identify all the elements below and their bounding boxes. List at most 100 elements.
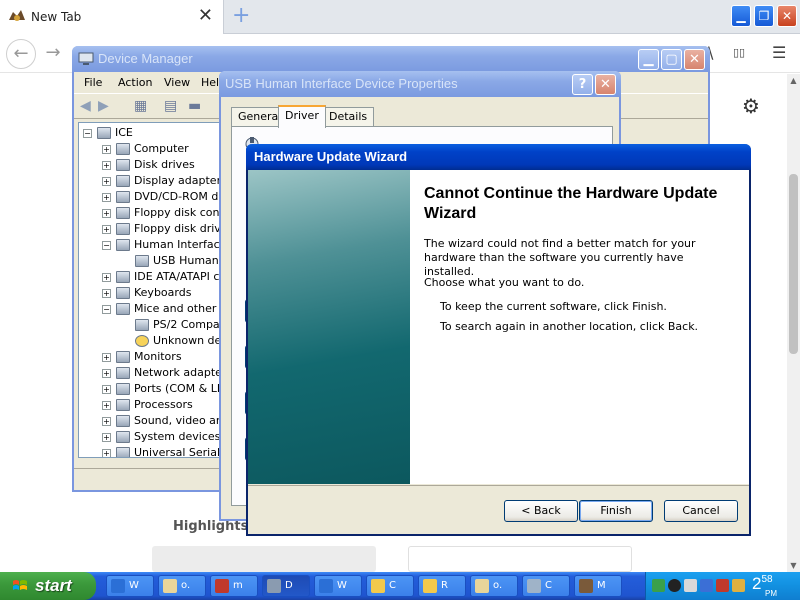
dm-print-icon[interactable]: ▬ [188,98,201,114]
collapse-icon[interactable]: − [83,128,92,138]
device-tree-node[interactable]: + Sound, video and game controllers [102,413,223,429]
properties-close-button[interactable]: ✕ [595,74,616,95]
dm-properties-icon[interactable]: ▦ [134,98,147,114]
finish-button[interactable]: Finish [579,500,653,522]
tab-driver[interactable]: Driver [278,105,326,128]
tray-tools-icon[interactable] [732,579,745,592]
taskbar-clock[interactable]: 258 PM [752,574,777,598]
dm-menu-file[interactable]: File [84,76,102,89]
scroll-down-icon[interactable]: ▼ [787,561,800,570]
tray-volume-icon[interactable] [684,579,697,592]
tray-display-icon[interactable] [700,579,713,592]
browser-scrollbar[interactable]: ▲ ▼ [787,74,800,572]
highlight-card[interactable] [408,546,632,572]
expand-icon[interactable]: + [102,432,111,442]
expand-icon[interactable]: + [102,208,111,218]
taskbar-task-button[interactable]: C [522,575,570,597]
expand-icon[interactable]: + [102,368,111,378]
browser-tab-close-icon[interactable]: ✕ [198,6,213,26]
expand-icon[interactable]: + [102,144,111,154]
expand-icon[interactable]: + [102,400,111,410]
collapse-icon[interactable]: − [102,240,111,250]
device-tree-node[interactable]: − Mice and other pointing devices [102,301,223,317]
device-tree-node[interactable]: + IDE ATA/ATAPI controllers [102,269,223,285]
dm-update-icon[interactable]: ▤ [164,98,177,114]
taskbar-task-button[interactable]: C [366,575,414,597]
back-button[interactable]: < Back [504,500,578,522]
expand-icon[interactable]: + [102,176,111,186]
newtab-settings-icon[interactable]: ⚙ [742,94,760,118]
expand-icon[interactable]: + [102,448,111,457]
expand-icon[interactable]: + [102,192,111,202]
device-tree-node[interactable]: + DVD/CD-ROM drives [102,189,223,205]
taskbar-task-button[interactable]: W [314,575,362,597]
device-tree-node[interactable]: + Disk drives [102,157,195,173]
taskbar-task-button[interactable]: m [210,575,258,597]
dm-forward-icon[interactable]: ▶ [98,98,109,114]
device-tree-node[interactable]: − Human Interface Devices [102,237,223,253]
device-category-icon [116,207,130,219]
browser-close-button[interactable]: ✕ [777,5,797,27]
highlight-card[interactable] [152,546,376,572]
expand-icon[interactable]: + [102,272,111,282]
expand-icon[interactable]: + [102,384,111,394]
browser-menu-icon[interactable]: ☰ [772,43,786,62]
device-tree-node[interactable]: + Keyboards [102,285,191,301]
properties-titlebar[interactable]: USB Human Interface Device Properties ? … [219,71,621,97]
tray-security-icon[interactable] [716,579,729,592]
dm-maximize-button[interactable]: ▢ [661,49,682,70]
expand-icon[interactable]: + [102,160,111,170]
taskbar-task-button[interactable]: D [262,575,310,597]
browser-back-button[interactable]: ← [6,39,36,69]
browser-forward-button[interactable]: → [38,39,68,69]
device-tree-node[interactable]: + Universal Serial Bus controllers [102,445,223,457]
device-tree-node[interactable]: USB Human Interface Device [121,253,223,269]
device-tree-node[interactable]: + Processors [102,397,193,413]
expand-icon[interactable]: + [102,416,111,426]
device-tree-node[interactable]: + Ports (COM & LPT) [102,381,223,397]
new-tab-button[interactable]: + [232,3,250,28]
dm-back-icon[interactable]: ◀ [80,98,91,114]
browser-restore-button[interactable]: ❐ [754,5,774,27]
wizard-titlebar[interactable]: Hardware Update Wizard [246,144,751,170]
taskbar-task-label: W [129,580,139,591]
device-manager-titlebar[interactable]: Device Manager ▁ ▢ ✕ [72,46,710,72]
taskbar-task-button[interactable]: o. [158,575,206,597]
dm-menu-view[interactable]: View [164,76,190,89]
device-tree-node[interactable]: + Floppy disk controllers [102,205,223,221]
dm-minimize-button[interactable]: ▁ [638,49,659,70]
device-tree[interactable]: − ICE + Computer + Disk drives + Display adapte… [78,122,224,458]
browser-sidebar-icon[interactable]: ▯▯ [733,46,745,59]
device-tree-node[interactable]: + Network adapters [102,365,223,381]
expand-icon[interactable]: + [102,352,111,362]
properties-help-button[interactable]: ? [572,74,593,95]
device-tree-node[interactable]: + Floppy disk drives [102,221,223,237]
expand-icon[interactable]: + [102,288,111,298]
device-tree-node[interactable]: + System devices [102,429,220,445]
taskbar-task-button[interactable]: M [574,575,622,597]
expand-icon[interactable]: + [102,224,111,234]
device-category-icon [116,303,130,315]
scroll-up-icon[interactable]: ▲ [787,76,800,85]
dm-menu-action[interactable]: Action [118,76,152,89]
scroll-thumb[interactable] [789,174,798,354]
tray-antivirus-icon[interactable] [668,579,681,592]
taskbar-task-button[interactable]: o. [470,575,518,597]
device-tree-node[interactable]: − ICE [83,125,133,141]
device-tree-node[interactable]: + Computer [102,141,189,157]
taskbar-task-button[interactable]: R [418,575,466,597]
tab-details[interactable]: Details [322,107,375,127]
device-tree-node[interactable]: Unknown device [121,333,223,349]
tray-network-icon[interactable] [652,579,665,592]
browser-tab-new-tab[interactable]: New Tab ✕ [0,0,224,34]
device-tree-node[interactable]: + Monitors [102,349,182,365]
device-tree-label: Disk drives [134,158,195,171]
browser-minimize-button[interactable]: ▁ [731,5,751,27]
dm-close-button[interactable]: ✕ [684,49,705,70]
cancel-button[interactable]: Cancel [664,500,738,522]
collapse-icon[interactable]: − [102,304,111,314]
device-tree-node[interactable]: PS/2 Compatible Mouse [121,317,223,333]
device-tree-node[interactable]: + Display adapters [102,173,223,189]
start-button[interactable]: start [0,572,96,600]
taskbar-task-button[interactable]: W [106,575,154,597]
